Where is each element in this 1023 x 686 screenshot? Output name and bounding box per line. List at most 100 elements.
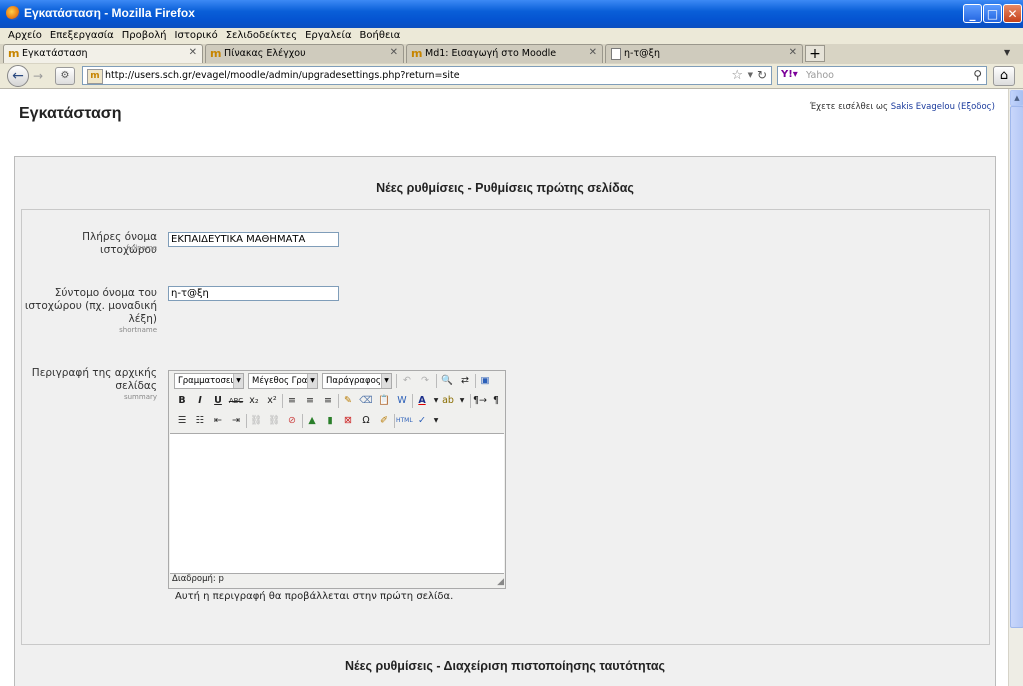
shortname-input[interactable]: η-τ@ξη (168, 286, 339, 301)
user-link[interactable]: Sakis Evagelou (891, 102, 955, 112)
font-size-select[interactable]: Μέγεθος Γραμ ▼ (248, 373, 318, 389)
settings-form: Νέες ρυθμίσεις - Ρυθμίσεις πρώτης σελίδα… (14, 156, 996, 686)
replace-icon[interactable]: ⇄ (457, 373, 473, 389)
chevron-down-icon: ▼ (307, 374, 317, 388)
moodle-icon: m (8, 47, 20, 60)
scroll-thumb[interactable] (1010, 106, 1023, 628)
menu-edit[interactable]: Επεξεργασία (50, 30, 114, 41)
underline-icon[interactable]: U (210, 393, 226, 409)
paste-word-icon[interactable]: W (394, 393, 410, 409)
moodle-icon: m (210, 47, 222, 60)
yahoo-icon[interactable]: Y!▾ (781, 69, 798, 80)
shortname-label-line2: ιστοχώρου (πχ. μοναδική (24, 300, 157, 312)
fullscreen-icon[interactable]: ▣ (477, 373, 493, 389)
tab-control-panel[interactable]: m Πίνακας Ελέγχου ✕ (205, 44, 404, 63)
url-text: http://users.sch.gr/evagel/moodle/admin/… (105, 70, 460, 81)
format-select[interactable]: Παράγραφος ▼ (322, 373, 392, 389)
nolink-icon[interactable]: ⊘ (284, 413, 300, 429)
site-identity-button[interactable]: ⚙ (55, 67, 75, 85)
tab-bar: m Εγκατάσταση ✕ m Πίνακας Ελέγχου ✕ m Md… (0, 44, 1023, 65)
resize-handle-icon[interactable]: ◢ (497, 577, 504, 587)
moodle-icon: m (411, 47, 423, 60)
tab-installation[interactable]: m Εγκατάσταση ✕ (3, 44, 203, 63)
forward-button[interactable]: → (30, 68, 46, 84)
special-char-icon[interactable]: Ω (358, 413, 374, 429)
summary-help-text: Αυτή η περιγραφή θα προβάλλεται στην πρώ… (175, 591, 454, 602)
indent-icon[interactable]: ⇥ (228, 413, 244, 429)
tab-itaxi[interactable]: η-τ@ξη ✕ (605, 44, 803, 63)
align-left-icon[interactable]: ≡ (284, 393, 300, 409)
logout-link[interactable]: (Εξοδος) (958, 102, 995, 112)
minimize-button[interactable]: _ (963, 4, 982, 23)
tab-list-icon[interactable]: ▼ (1004, 48, 1010, 57)
bullet-list-icon[interactable]: ☰ (174, 413, 190, 429)
home-button[interactable]: ⌂ (993, 66, 1015, 86)
table-icon[interactable]: ⊠ (340, 413, 356, 429)
eraser-icon[interactable]: ⌫ (358, 393, 374, 409)
font-family-select[interactable]: Γραμματοσειρά ▼ (174, 373, 244, 389)
chevron-down-icon[interactable]: ▼ (428, 413, 444, 429)
back-button[interactable]: ← (7, 65, 29, 87)
find-icon[interactable]: 🔍 (439, 373, 455, 389)
html-source-icon[interactable]: HTML (396, 413, 413, 429)
vertical-scrollbar[interactable]: ▲ (1008, 89, 1023, 686)
outdent-icon[interactable]: ⇤ (210, 413, 226, 429)
subscript-icon[interactable]: x₂ (246, 393, 262, 409)
url-dropdown-icon[interactable]: ▼ (748, 71, 753, 79)
menu-history[interactable]: Ιστορικό (175, 30, 218, 41)
maximize-button[interactable]: □ (983, 4, 1002, 23)
align-right-icon[interactable]: ≡ (320, 393, 336, 409)
chevron-down-icon: ▼ (233, 374, 243, 388)
section-title-frontpage: Νέες ρυθμίσεις - Ρυθμίσεις πρώτης σελίδα… (376, 181, 634, 195)
menu-file[interactable]: Αρχείο (8, 30, 42, 41)
close-window-button[interactable]: ✕ (1003, 4, 1022, 23)
close-icon[interactable]: ✕ (789, 47, 797, 58)
section-title-authentication: Νέες ρυθμίσεις - Διαχείριση πιστοποίησης… (344, 659, 666, 673)
strikethrough-icon[interactable]: ABC (228, 393, 244, 409)
html-editor: Γραμματοσειρά ▼ Μέγεθος Γραμ ▼ Παράγραφος ▼… (168, 370, 506, 589)
fullname-input[interactable]: ΕΚΠΑΙΔΕΥΤΙΚΑ ΜΑΘΗΜΑΤΑ (168, 232, 339, 247)
fullname-setting-name: fullname (126, 244, 157, 252)
rtl-icon[interactable]: ¶ (488, 393, 504, 409)
menu-view[interactable]: Προβολή (122, 30, 167, 41)
bookmark-star-icon[interactable]: ☆ (731, 68, 743, 83)
numbered-list-icon[interactable]: ☷ (192, 413, 208, 429)
window-title: Εγκατάσταση - Mozilla Firefox (24, 6, 195, 20)
paste-text-icon[interactable]: 📋 (376, 393, 392, 409)
italic-icon[interactable]: I (192, 393, 208, 409)
undo-icon[interactable]: ↶ (399, 373, 415, 389)
cleanup-icon[interactable]: ✎ (340, 393, 356, 409)
ltr-icon[interactable]: ¶→ (472, 393, 488, 409)
align-center-icon[interactable]: ≡ (302, 393, 318, 409)
close-icon[interactable]: ✕ (189, 47, 197, 58)
page-icon (611, 48, 621, 60)
menu-help[interactable]: Βοήθεια (360, 30, 401, 41)
scroll-up-icon[interactable]: ▲ (1010, 90, 1023, 106)
close-icon[interactable]: ✕ (390, 47, 398, 58)
close-icon[interactable]: ✕ (589, 47, 597, 58)
redo-icon[interactable]: ↷ (417, 373, 433, 389)
media-icon[interactable]: ▮ (322, 413, 338, 429)
menu-bookmarks[interactable]: Σελιδοδείκτες (226, 30, 297, 41)
menubar: Αρχείο Επεξεργασία Προβολή Ιστορικό Σελιδοδε… (0, 28, 1023, 44)
window-titlebar: Εγκατάσταση - Mozilla Firefox _ □ ✕ (0, 0, 1023, 28)
url-bar[interactable]: m http://users.sch.gr/evagel/moodle/admi… (82, 66, 772, 85)
superscript-icon[interactable]: x² (264, 393, 280, 409)
moodle-icon: m (87, 69, 103, 84)
login-info: Έχετε εισέλθει ως Sakis Evagelou (Εξοδος… (809, 102, 995, 112)
search-bar[interactable]: Y!▾ Yahoo ⚲ (777, 66, 987, 85)
emoticon-icon[interactable]: ✐ (376, 413, 392, 429)
search-icon[interactable]: ⚲ (973, 68, 982, 82)
editor-content-area[interactable] (170, 433, 504, 574)
menu-tools[interactable]: Εργαλεία (305, 30, 351, 41)
image-icon[interactable]: ▲ (304, 413, 320, 429)
reload-icon[interactable]: ↻ (757, 68, 767, 82)
tab-md1[interactable]: m Md1: Εισαγωγή στο Moodle ✕ (406, 44, 603, 63)
new-tab-button[interactable]: + (805, 45, 825, 62)
unlink-icon[interactable]: ⛓ (266, 413, 282, 429)
link-icon[interactable]: ⛓ (248, 413, 264, 429)
summary-label-line2: σελίδας (115, 380, 157, 392)
chevron-down-icon[interactable]: ▼ (454, 393, 470, 409)
bold-icon[interactable]: B (174, 393, 190, 409)
page-viewport: Εγκατάσταση Έχετε εισέλθει ως Sakis Evag… (0, 89, 1008, 686)
